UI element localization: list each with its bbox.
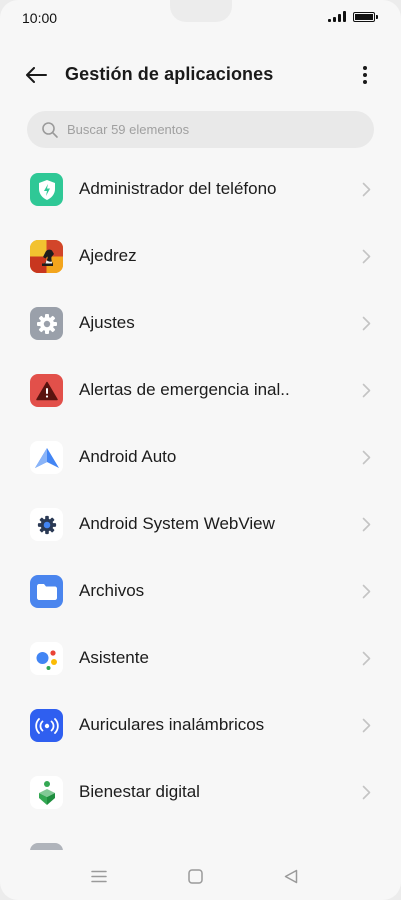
signal-icon [328, 11, 346, 22]
list-item-bienestar-digital[interactable]: Bienestar digital [0, 759, 401, 826]
status-bar: 10:00 [0, 0, 401, 36]
chess-icon [30, 240, 63, 273]
chevron-right-icon [362, 182, 371, 197]
list-item-asistente[interactable]: Asistente [0, 625, 401, 692]
more-options-button[interactable] [352, 60, 378, 90]
wellbeing-icon [30, 776, 63, 809]
list-item-administrador-del-telefono[interactable]: Administrador del teléfono [0, 156, 401, 223]
status-icons [328, 11, 378, 22]
back-button[interactable] [20, 61, 52, 89]
page-title: Gestión de aplicaciones [65, 64, 274, 84]
list-item-ajedrez[interactable]: Ajedrez [0, 223, 401, 290]
app-label: Asistente [79, 648, 149, 667]
header: Gestión de aplicaciones [0, 52, 401, 98]
app-icon [30, 843, 63, 850]
app-label: Auriculares inalámbricos [79, 715, 265, 734]
search-icon [42, 121, 58, 138]
chevron-right-icon [362, 785, 371, 800]
android-auto-icon [30, 441, 63, 474]
chevron-right-icon [362, 383, 371, 398]
chevron-right-icon [362, 584, 371, 599]
search-bar[interactable] [27, 111, 374, 148]
app-label: Administrador del teléfono [79, 179, 277, 198]
chevron-right-icon [362, 718, 371, 733]
app-label: Ajustes [79, 313, 135, 332]
screen: 10:00 Gestión de aplicaciones Buscar 59 … [0, 0, 401, 900]
app-label: Android Auto [79, 447, 177, 466]
chevron-right-icon [362, 517, 371, 532]
recent-apps-button[interactable] [87, 865, 111, 887]
chevron-right-icon [362, 651, 371, 666]
list-item-ajustes[interactable]: Ajustes [0, 290, 401, 357]
app-list: Administrador del teléfono Ajedrez Ajust… [0, 156, 401, 850]
home-icon [187, 868, 203, 884]
app-label: Ajedrez [79, 246, 137, 265]
menu-icon [91, 870, 107, 882]
webview-gear-icon [30, 508, 63, 541]
navigation-bar [0, 850, 401, 900]
back-icon [284, 869, 298, 883]
wireless-icon [30, 709, 63, 742]
chevron-right-icon [362, 316, 371, 331]
list-item-auriculares-inalambricos[interactable]: Auriculares inalámbricos [0, 692, 401, 759]
status-time: 10:00 [22, 10, 58, 26]
list-item-archivos[interactable]: Archivos [0, 558, 401, 625]
folder-icon [30, 575, 63, 608]
chevron-right-icon [362, 249, 371, 264]
app-label: Alertas de emergencia inal.. [79, 380, 290, 399]
gear-icon [30, 307, 63, 340]
app-label: Android System WebView [79, 514, 275, 533]
app-label: Bienestar digital [79, 782, 200, 801]
list-item-android-auto[interactable]: Android Auto [0, 424, 401, 491]
search-input[interactable] [67, 122, 337, 137]
app-label: Archivos [79, 581, 145, 600]
battery-icon [353, 11, 378, 22]
chevron-right-icon [362, 450, 371, 465]
more-vertical-icon [363, 66, 367, 84]
arrow-left-icon [26, 67, 47, 83]
list-item-partial[interactable] [0, 826, 401, 850]
shield-icon [30, 173, 63, 206]
home-button[interactable] [183, 865, 207, 887]
list-item-alertas-de-emergencia[interactable]: Alertas de emergencia inal.. [0, 357, 401, 424]
system-back-button[interactable] [279, 865, 303, 887]
assistant-icon [30, 642, 63, 675]
list-item-android-system-webview[interactable]: Android System WebView [0, 491, 401, 558]
warning-icon [30, 374, 63, 407]
